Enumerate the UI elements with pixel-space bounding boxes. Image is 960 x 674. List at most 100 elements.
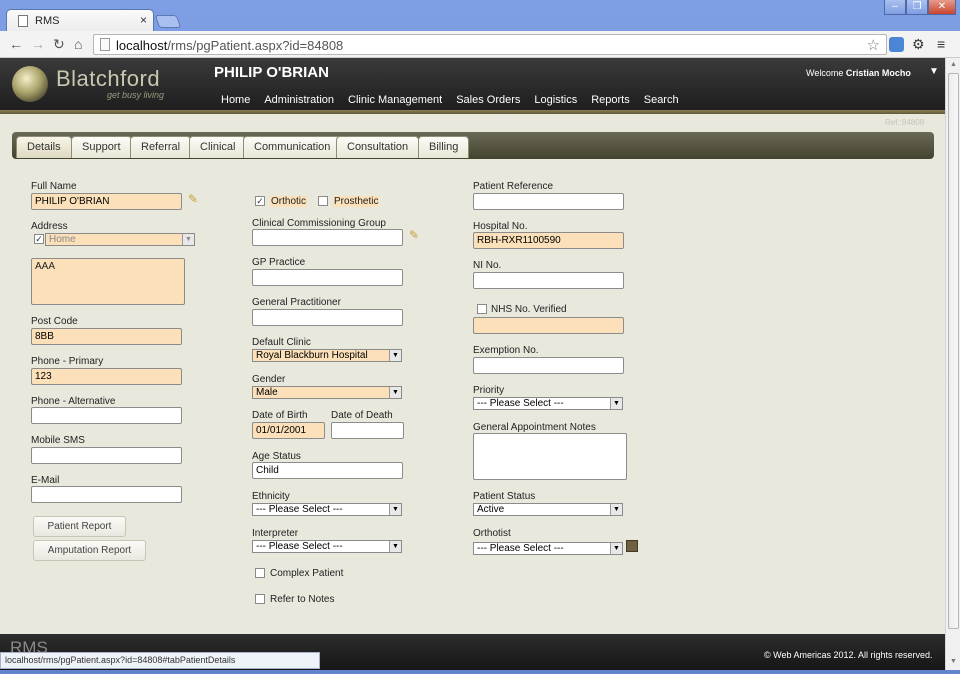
- home-icon[interactable]: ⌂: [74, 36, 82, 52]
- patient-report-button[interactable]: Patient Report: [33, 516, 126, 537]
- page-icon: [18, 15, 28, 27]
- phone-primary-label: Phone - Primary: [31, 356, 104, 367]
- nav-search[interactable]: Search: [644, 94, 679, 106]
- edit-pencil-icon[interactable]: ✎: [188, 192, 198, 206]
- orthotist-select[interactable]: --- Please Select --- ▼: [473, 542, 623, 555]
- tab-support[interactable]: Support: [71, 136, 132, 158]
- tab-details[interactable]: Details: [16, 136, 72, 158]
- ccg-input[interactable]: [252, 229, 403, 246]
- mobile-label: Mobile SMS: [31, 435, 85, 446]
- dod-input[interactable]: [331, 422, 404, 439]
- patient-name-title: PHILIP O'BRIAN: [214, 64, 329, 81]
- address-type-select[interactable]: Home ▼: [45, 233, 195, 246]
- address-textarea[interactable]: AAA: [31, 258, 185, 305]
- nav-home[interactable]: Home: [221, 94, 250, 106]
- prosthetic-checkbox[interactable]: [318, 196, 328, 206]
- address-checkbox[interactable]: ✓: [34, 234, 44, 244]
- hospital-no-input[interactable]: RBH-RXR1100590: [473, 232, 624, 249]
- nhs-verified-checkbox[interactable]: [477, 304, 487, 314]
- phone-alt-input[interactable]: [31, 407, 182, 424]
- nav-sales-orders[interactable]: Sales Orders: [456, 94, 520, 106]
- edit-pencil-icon[interactable]: ✎: [409, 228, 419, 242]
- gender-select[interactable]: Male ▼: [252, 386, 402, 399]
- appointment-notes-textarea[interactable]: [473, 433, 627, 480]
- welcome-text: Welcome Cristian Mocho: [806, 68, 911, 78]
- nav-administration[interactable]: Administration: [264, 94, 334, 106]
- nav-logistics[interactable]: Logistics: [534, 94, 577, 106]
- main-nav: Home Administration Clinic Management Sales…: [221, 94, 693, 106]
- complex-patient-checkbox[interactable]: [255, 568, 265, 578]
- age-status-input[interactable]: Child: [252, 462, 403, 479]
- phone-primary-input[interactable]: 123: [31, 368, 182, 385]
- address-bar[interactable]: localhost/rms/pgPatient.aspx?id=84808 ☆: [93, 34, 887, 55]
- amputation-report-button[interactable]: Amputation Report: [33, 540, 146, 561]
- interpreter-select[interactable]: --- Please Select --- ▼: [252, 540, 402, 553]
- mobile-input[interactable]: [31, 447, 182, 464]
- header-divider: [0, 110, 945, 114]
- browser-tab[interactable]: RMS ×: [6, 9, 154, 32]
- scroll-up-icon[interactable]: ▲: [950, 61, 957, 68]
- reload-icon[interactable]: ↻: [53, 36, 65, 52]
- patient-ref-input[interactable]: [473, 193, 624, 210]
- new-tab-button[interactable]: [154, 15, 182, 28]
- scroll-thumb[interactable]: [948, 73, 959, 629]
- complex-patient-label: Complex Patient: [270, 568, 344, 579]
- age-status-label: Age Status: [252, 451, 301, 462]
- email-input[interactable]: [31, 486, 182, 503]
- nav-clinic-management[interactable]: Clinic Management: [348, 94, 442, 106]
- tab-communication[interactable]: Communication: [243, 136, 342, 158]
- scroll-down-icon[interactable]: ▼: [950, 658, 957, 665]
- logo-icon: [12, 66, 48, 102]
- dob-input[interactable]: 01/01/2001: [252, 422, 325, 439]
- gp-practice-input[interactable]: [252, 269, 403, 286]
- ni-input[interactable]: [473, 272, 624, 289]
- chevron-down-icon: ▼: [389, 387, 401, 398]
- patient-tab-bar: Details Support Referral Clinical Commun…: [12, 132, 934, 159]
- chevron-down-icon: ▼: [389, 541, 401, 552]
- ethnicity-select[interactable]: --- Please Select --- ▼: [252, 503, 402, 516]
- tab-clinical[interactable]: Clinical: [189, 136, 247, 158]
- gp-label: General Practitioner: [252, 297, 341, 308]
- priority-select[interactable]: --- Please Select --- ▼: [473, 397, 623, 410]
- ethnicity-label: Ethnicity: [252, 491, 290, 502]
- minimize-button[interactable]: ‒: [884, 0, 906, 15]
- settings-icon[interactable]: ⚙: [912, 36, 925, 52]
- menu-icon[interactable]: ≡: [937, 36, 945, 52]
- orthotic-checkbox[interactable]: ✓: [255, 196, 265, 206]
- chevron-down-icon: ▼: [389, 504, 401, 515]
- gp-input[interactable]: [252, 309, 403, 326]
- translate-icon[interactable]: [889, 37, 904, 52]
- nhs-verified-label: NHS No. Verified: [491, 304, 567, 315]
- close-tab-icon[interactable]: ×: [140, 13, 147, 27]
- chevron-down-icon: ▼: [182, 234, 194, 245]
- tab-referral[interactable]: Referral: [130, 136, 192, 158]
- tab-billing[interactable]: Billing: [418, 136, 470, 158]
- back-icon[interactable]: ←: [9, 36, 23, 52]
- nhs-input[interactable]: [473, 317, 624, 334]
- forward-icon[interactable]: →: [31, 36, 45, 52]
- nav-reports[interactable]: Reports: [591, 94, 630, 106]
- patient-status-select[interactable]: Active ▼: [473, 503, 623, 516]
- bookmark-star-icon[interactable]: ☆: [867, 36, 880, 54]
- email-label: E-Mail: [31, 475, 60, 486]
- postcode-label: Post Code: [31, 316, 78, 327]
- user-menu-icon[interactable]: ▼: [929, 66, 939, 77]
- refer-notes-checkbox[interactable]: [255, 594, 265, 604]
- default-clinic-select[interactable]: Royal Blackburn Hospital ▼: [252, 349, 402, 362]
- chevron-down-icon: ▼: [610, 543, 622, 554]
- tab-strip: RMS × ‒ ❐ ✕: [0, 0, 960, 32]
- orthotist-lookup-icon[interactable]: [626, 540, 638, 552]
- address-label: Address: [31, 221, 68, 232]
- vertical-scrollbar[interactable]: ▲ ▼: [945, 58, 960, 670]
- postcode-input[interactable]: 8BB: [31, 328, 182, 345]
- tab-consultation[interactable]: Consultation: [336, 136, 420, 158]
- browser-toolbar: ← → ↻ ⌂ localhost/rms/pgPatient.aspx?id=…: [0, 31, 960, 58]
- dob-label: Date of Birth: [252, 410, 308, 421]
- maximize-button[interactable]: ❐: [906, 0, 928, 15]
- refer-notes-label: Refer to Notes: [270, 594, 335, 605]
- full-name-input[interactable]: PHILIP O'BRIAN: [31, 193, 182, 210]
- exemption-input[interactable]: [473, 357, 624, 374]
- reference-id: Ref.:84808: [885, 118, 925, 127]
- logo-tagline: get busy living: [107, 90, 165, 100]
- close-window-button[interactable]: ✕: [928, 0, 956, 15]
